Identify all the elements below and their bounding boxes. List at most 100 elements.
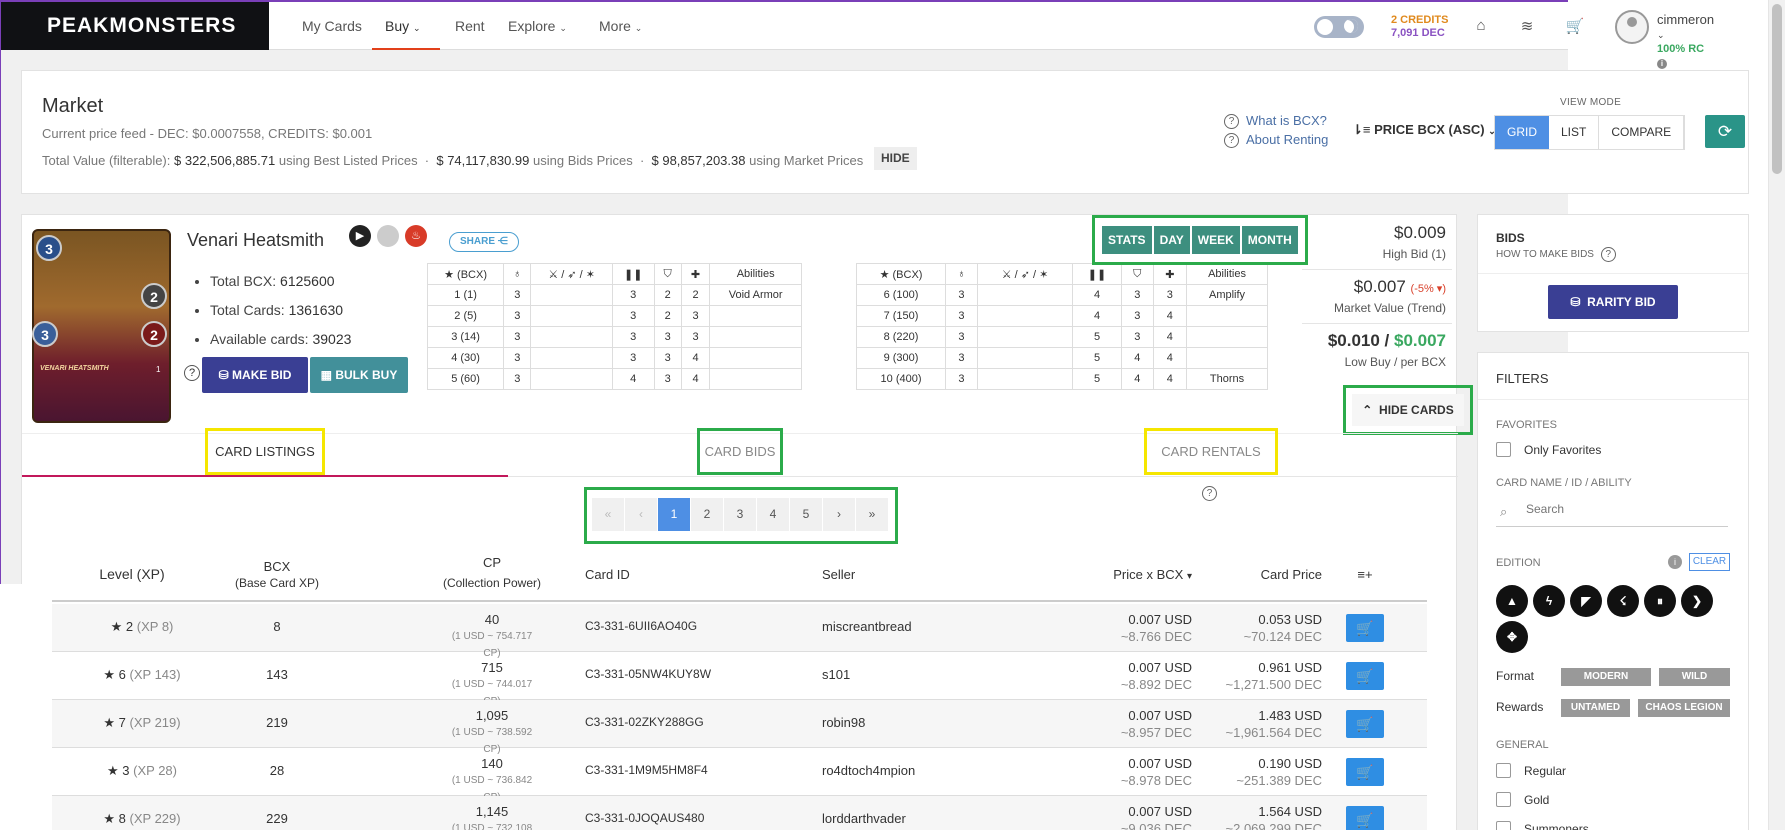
nav-rent[interactable]: Rent bbox=[455, 18, 485, 34]
layers-icon[interactable]: ≋ bbox=[1517, 17, 1537, 35]
edition-dice-icon[interactable]: ❯ bbox=[1681, 585, 1713, 617]
col-card-id[interactable]: Card ID bbox=[585, 566, 630, 583]
page-next[interactable]: › bbox=[823, 498, 855, 531]
inbox-icon[interactable]: ⌂ bbox=[1471, 17, 1491, 35]
page-3[interactable]: 3 bbox=[724, 498, 756, 531]
theme-toggle[interactable] bbox=[1314, 16, 1364, 38]
bulk-buy-button[interactable]: ▦ BULK BUY bbox=[310, 357, 408, 393]
period-day[interactable]: DAY bbox=[1153, 226, 1190, 254]
col-cp[interactable]: CP (Collection Power) bbox=[422, 554, 562, 592]
summoners-checkbox[interactable] bbox=[1496, 821, 1511, 830]
card-id-cell[interactable]: C3-331-1M9M5HM8F4 bbox=[585, 763, 708, 777]
high-bid-value: $0.009 bbox=[1394, 223, 1446, 242]
add-to-cart-button[interactable]: 🛒 bbox=[1346, 758, 1384, 786]
view-grid-button[interactable]: GRID bbox=[1495, 116, 1549, 149]
search-input[interactable] bbox=[1526, 502, 1716, 516]
seller-cell[interactable]: s101 bbox=[822, 667, 850, 682]
seller-cell[interactable]: ro4dtoch4mpion bbox=[822, 763, 915, 778]
card-image[interactable]: 3 2 3 2 VENARI HEATSMITH 1 bbox=[32, 229, 171, 423]
page-first[interactable]: « bbox=[592, 498, 624, 531]
page-2[interactable]: 2 bbox=[691, 498, 723, 531]
col-price-bcx[interactable]: Price x BCX ▾ bbox=[1042, 566, 1192, 585]
period-week[interactable]: WEEK bbox=[1191, 226, 1240, 254]
col-level[interactable]: Level (XP) bbox=[72, 566, 192, 583]
level-row: 10 (400) 3 5 4 4 Thorns bbox=[855, 368, 1268, 390]
card-id-cell[interactable]: C3-331-05NW4KUY8W bbox=[585, 667, 711, 681]
bcx-cell: 219 bbox=[266, 715, 288, 730]
add-to-cart-button[interactable]: 🛒 bbox=[1346, 806, 1384, 830]
cart-icon[interactable]: 🛒 bbox=[1565, 17, 1585, 35]
edition-untamed-icon[interactable]: ⏸ bbox=[1644, 585, 1676, 617]
wallet-balance[interactable]: 2 CREDITS 7,091 DEC bbox=[1391, 14, 1448, 40]
tab-card-bids[interactable]: CARD BIDS bbox=[697, 428, 783, 475]
card-id-cell[interactable]: C3-331-6UII6AO40G bbox=[585, 619, 697, 633]
page-4[interactable]: 4 bbox=[757, 498, 789, 531]
price-dec: ~8.978 DEC bbox=[1120, 773, 1192, 788]
logo[interactable]: PEAKMONSTERS bbox=[1, 2, 269, 50]
only-favorites-checkbox[interactable] bbox=[1496, 442, 1511, 457]
column-config-icon[interactable]: ≡+ bbox=[1350, 566, 1380, 583]
table-row[interactable]: ★ 8 (XP 229) 229 1,145 (1 USD ~ 732.108 CP)… bbox=[52, 796, 1427, 830]
page-prev[interactable]: ‹ bbox=[625, 498, 657, 531]
seller-cell[interactable]: robin98 bbox=[822, 715, 865, 730]
view-list-button[interactable]: LIST bbox=[1549, 116, 1600, 149]
what-is-bcx-link[interactable]: ? What is BCX? bbox=[1224, 113, 1327, 130]
how-to-bid-link[interactable]: HOW TO MAKE BIDS ? bbox=[1496, 247, 1623, 262]
edition-chaos-icon[interactable]: ✥ bbox=[1496, 621, 1528, 653]
hide-cards-button[interactable]: ⌃ HIDE CARDS bbox=[1352, 394, 1464, 426]
add-to-cart-button[interactable]: 🛒 bbox=[1346, 662, 1384, 690]
nav-more[interactable]: More ⌄ bbox=[599, 18, 642, 34]
format-modern-button[interactable]: MODERN bbox=[1561, 668, 1651, 686]
level-cell: Void Armor bbox=[709, 284, 802, 306]
format-wild-button[interactable]: WILD bbox=[1659, 668, 1730, 686]
seller-cell[interactable]: miscreantbread bbox=[822, 619, 912, 634]
make-bid-button[interactable]: ⛁ MAKE BID bbox=[202, 357, 308, 393]
page-5[interactable]: 5 bbox=[790, 498, 822, 531]
search-field[interactable]: ⌕ bbox=[1496, 497, 1728, 527]
page-1[interactable]: 1 bbox=[658, 498, 690, 531]
table-row[interactable]: ★ 2 (XP 8) 8 40 (1 USD ~ 754.717 CP) C3-331-… bbox=[52, 604, 1427, 659]
edition-reward-icon[interactable]: ☇ bbox=[1607, 585, 1639, 617]
share-button[interactable]: SHARE ⋲ bbox=[449, 232, 519, 252]
col-seller[interactable]: Seller bbox=[822, 566, 855, 583]
edition-beta-icon[interactable]: ϟ bbox=[1533, 585, 1565, 617]
tab-card-listings[interactable]: CARD LISTINGS bbox=[205, 428, 325, 475]
regular-checkbox[interactable] bbox=[1496, 763, 1511, 778]
tab-card-rentals[interactable]: CARD RENTALS ? bbox=[1144, 428, 1278, 502]
card-id-cell[interactable]: C3-331-02ZKY288GG bbox=[585, 715, 704, 729]
gold-checkbox[interactable] bbox=[1496, 792, 1511, 807]
page-last[interactable]: » bbox=[856, 498, 888, 531]
seller-cell[interactable]: lorddarthvader bbox=[822, 811, 906, 826]
xp-value: (XP 28) bbox=[133, 763, 177, 778]
rarity-bid-button[interactable]: ⛁ RARITY BID bbox=[1548, 285, 1678, 319]
nav-my-cards[interactable]: My Cards bbox=[302, 18, 362, 34]
edition-promo-icon[interactable]: ◤ bbox=[1570, 585, 1602, 617]
period-stats[interactable]: STATS bbox=[1102, 226, 1152, 254]
about-renting-link[interactable]: ? About Renting bbox=[1224, 132, 1328, 149]
page-scrollbar[interactable] bbox=[1768, 0, 1785, 830]
rewards-untamed-button[interactable]: UNTAMED bbox=[1561, 699, 1630, 717]
user-menu[interactable]: cimmeron ⌄ 100% RC i bbox=[1657, 13, 1714, 70]
rewards-chaos-button[interactable]: CHAOS LEGION bbox=[1638, 699, 1730, 717]
scrollbar-thumb[interactable] bbox=[1772, 4, 1782, 174]
view-compare-button[interactable]: COMPARE bbox=[1599, 116, 1685, 149]
add-to-cart-button[interactable]: 🛒 bbox=[1346, 710, 1384, 738]
hide-value-button[interactable]: HIDE bbox=[874, 147, 917, 170]
refresh-button[interactable]: ⟳ bbox=[1705, 115, 1745, 148]
nav-explore[interactable]: Explore ⌄ bbox=[508, 18, 567, 34]
card-id-cell[interactable]: C3-331-0JOQAUS480 bbox=[585, 811, 704, 825]
table-row[interactable]: ★ 6 (XP 143)143715(1 USD ~ 744.017 CP)C3… bbox=[52, 652, 1427, 707]
col-bcx[interactable]: BCX (Base Card XP) bbox=[217, 558, 337, 592]
help-icon[interactable]: ? bbox=[184, 365, 200, 381]
add-to-cart-button[interactable]: 🛒 bbox=[1346, 614, 1384, 642]
sort-select[interactable]: ⇂≡ PRICE BCX (ASC) ⌄ bbox=[1352, 122, 1496, 138]
nav-buy[interactable]: Buy ⌄ bbox=[385, 18, 421, 34]
avatar[interactable] bbox=[1615, 10, 1649, 44]
table-row[interactable]: ★ 7 (XP 219) 219 1,095 (1 USD ~ 738.592 CP)… bbox=[52, 700, 1427, 755]
level-cell: 3 bbox=[653, 368, 682, 390]
edition-alpha-icon[interactable]: ▲ bbox=[1496, 585, 1528, 617]
col-card-price[interactable]: Card Price bbox=[1212, 566, 1322, 583]
level-cell: 3 bbox=[653, 347, 682, 369]
table-row[interactable]: ★ 3 (XP 28)28140(1 USD ~ 736.842 CP)C3-3… bbox=[52, 748, 1427, 803]
clear-edition-button[interactable]: CLEAR bbox=[1689, 553, 1730, 571]
